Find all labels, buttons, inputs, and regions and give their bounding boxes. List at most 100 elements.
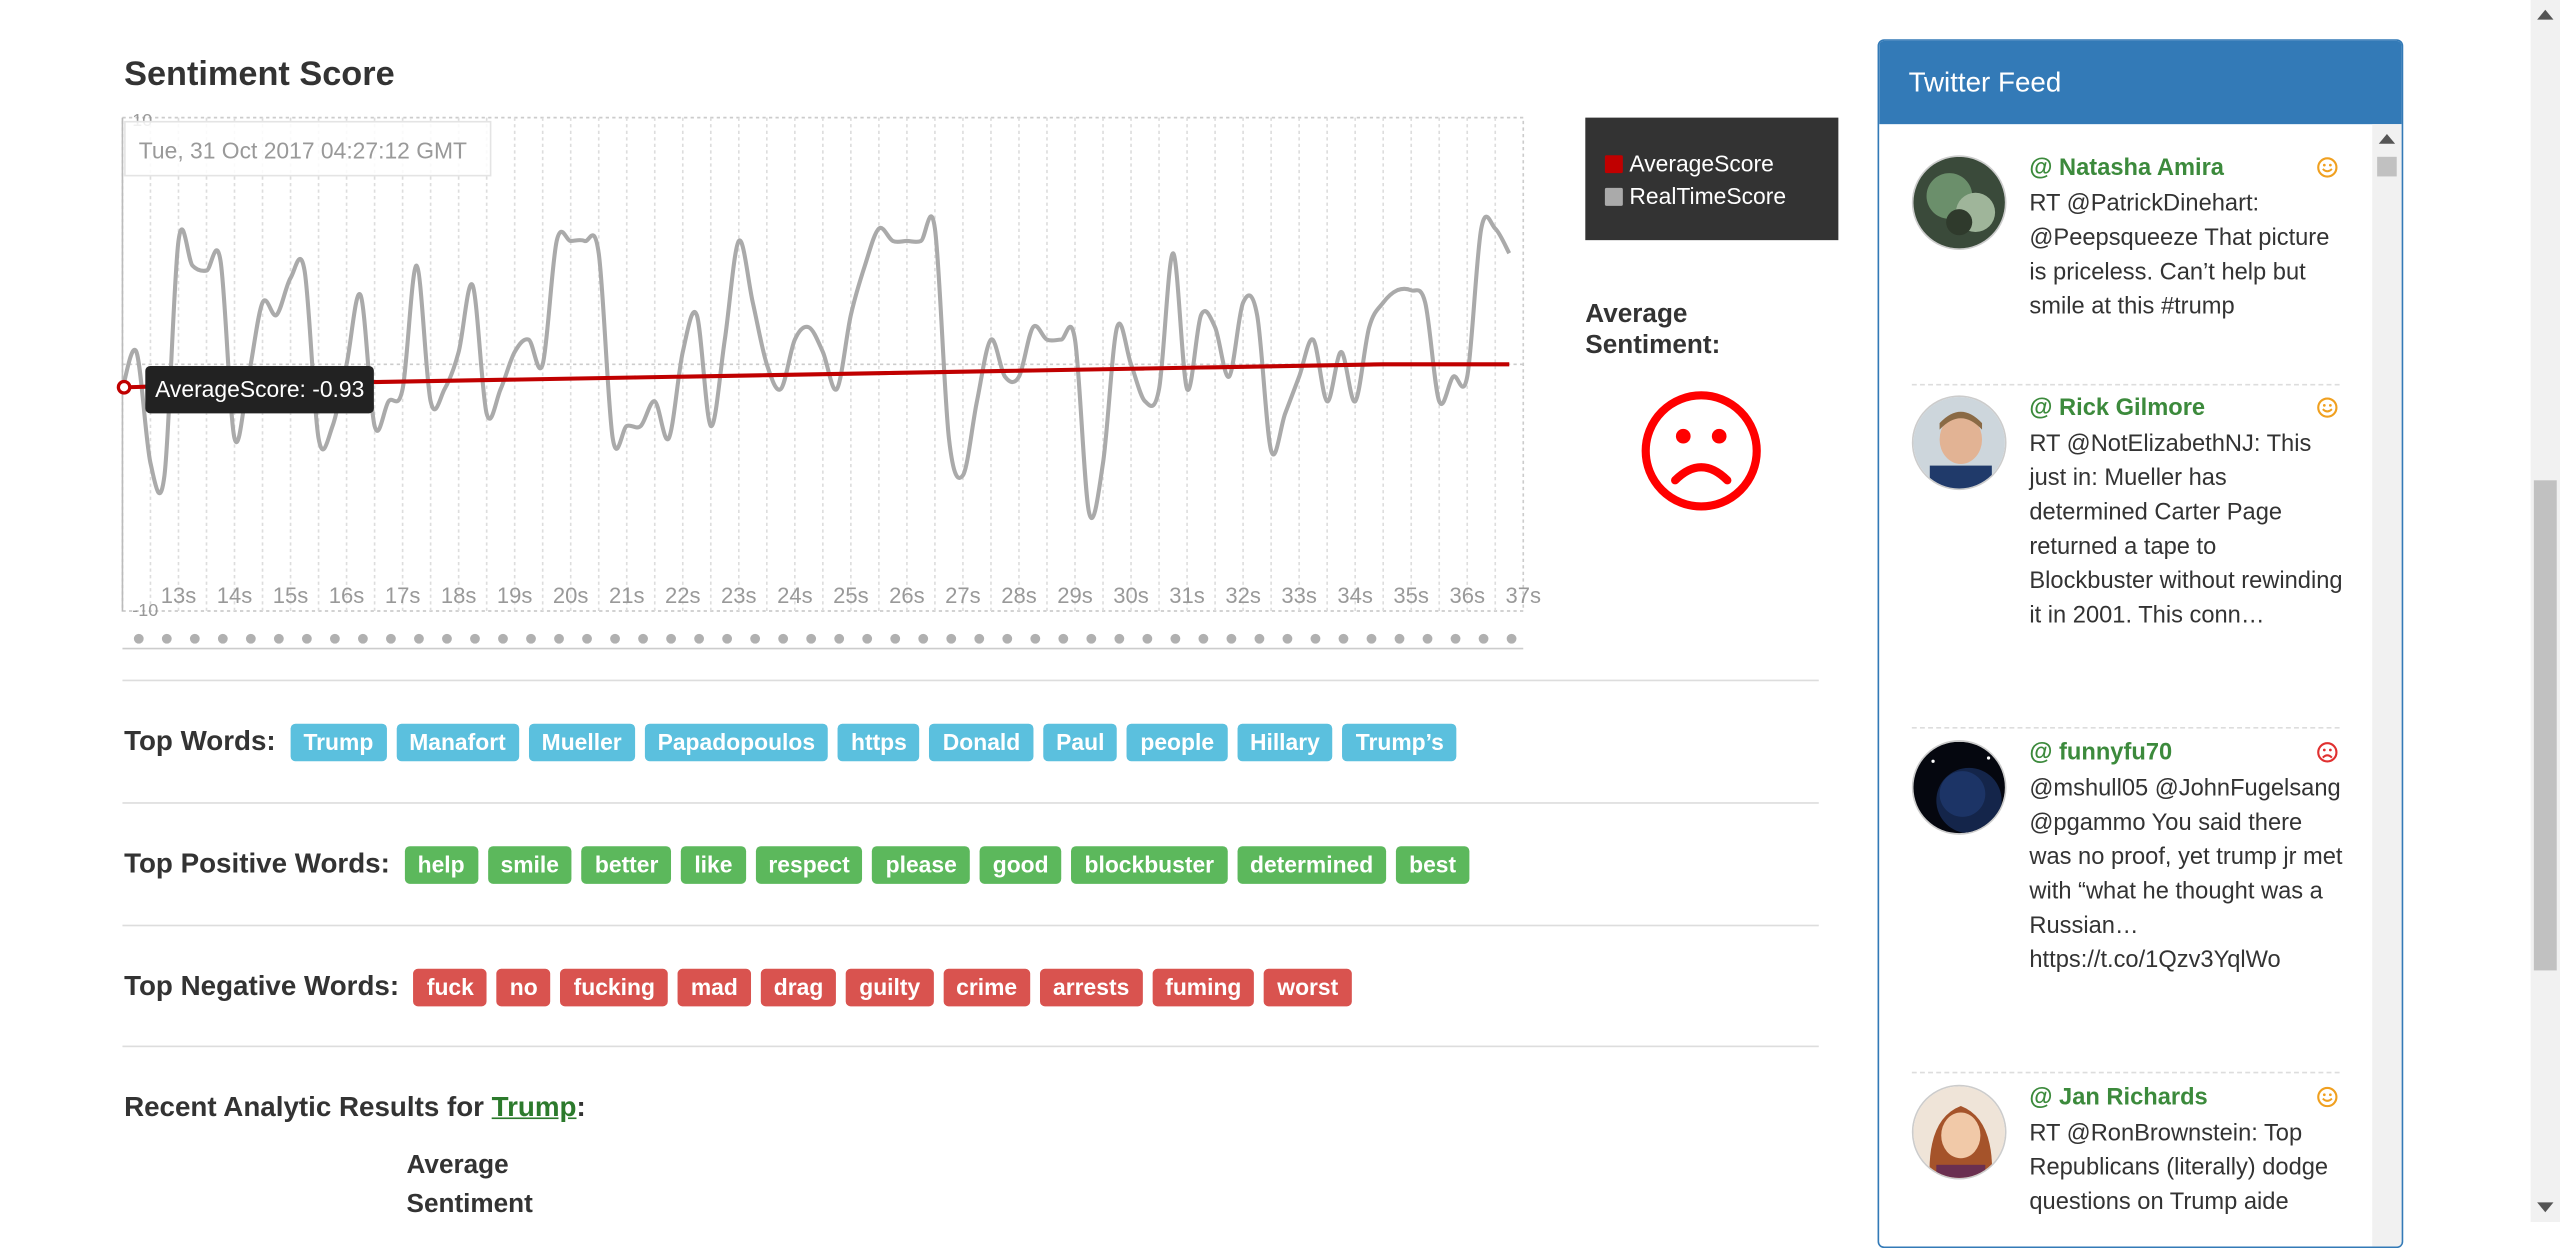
tweet-item[interactable]: @ Rick Gilmore RT @NotElizabethNJ: This …	[1911, 395, 2343, 722]
average-sentiment-line2: Sentiment	[406, 1190, 533, 1219]
top-word-tag[interactable]: people	[1127, 722, 1228, 761]
positive-word-tag[interactable]: like	[681, 845, 746, 884]
avatar[interactable]	[1911, 155, 2007, 250]
navigator-dot	[1478, 633, 1489, 644]
top-word-tag[interactable]: https	[837, 722, 920, 761]
navigator-dot	[301, 633, 312, 644]
tweet-user[interactable]: @ Jan Richards	[2029, 1085, 2207, 1111]
top-word-tag[interactable]: Manafort	[396, 722, 519, 761]
navigator-dot	[1366, 633, 1377, 644]
negative-word-tag[interactable]: fuming	[1152, 967, 1255, 1006]
positive-word-tag[interactable]: determined	[1236, 845, 1387, 884]
top-word-tag[interactable]: Donald	[929, 722, 1034, 761]
positive-word-tag[interactable]: better	[581, 845, 672, 884]
scroll-up-arrow-icon[interactable]	[2378, 133, 2396, 144]
average-sentiment-label: Average Sentiment:	[1585, 300, 1721, 360]
avatar[interactable]	[1911, 395, 2007, 491]
navigator-dot	[358, 633, 368, 644]
legend-swatch-realtime	[1604, 187, 1623, 206]
navigator-dot	[1450, 633, 1461, 644]
x-tick-label: 18s	[441, 583, 477, 608]
scroll-down-arrow-icon[interactable]	[2537, 1202, 2554, 1213]
negative-word-tag[interactable]: fucking	[560, 967, 668, 1006]
x-tick-label: 30s	[1113, 583, 1149, 608]
avatar[interactable]	[1911, 1084, 2007, 1180]
negative-word-tag[interactable]: no	[496, 967, 551, 1006]
positive-word-tag[interactable]: respect	[755, 845, 863, 884]
x-tick-label: 31s	[1169, 583, 1205, 608]
scroll-up-arrow-icon[interactable]	[2537, 9, 2554, 20]
navigator-dot	[1198, 633, 1209, 644]
legend-item-average[interactable]: AverageScore	[1604, 147, 1838, 180]
x-tick-label: 24s	[777, 583, 813, 608]
twitter-feed-list[interactable]: @ Natasha Amira RT @PatrickDinehart: @Pe…	[1879, 124, 2374, 1246]
chart-legend[interactable]: AverageScore RealTimeScore	[1585, 117, 1839, 241]
average-sentiment-line1: Average	[406, 1151, 509, 1180]
navigator-dot	[1338, 633, 1349, 644]
x-tick-label: 17s	[385, 583, 421, 608]
feed-scrollbar[interactable]	[2372, 124, 2402, 1247]
x-tick-label: 13s	[161, 583, 197, 608]
smile-icon	[2317, 1086, 2338, 1108]
recent-term-link[interactable]: Trump	[492, 1091, 577, 1122]
x-tick-label: 14s	[217, 583, 253, 608]
negative-word-tag[interactable]: mad	[677, 967, 751, 1006]
page-scroll-thumb[interactable]	[2533, 480, 2557, 971]
x-tick-label: 26s	[889, 583, 925, 608]
positive-word-tag[interactable]: please	[872, 845, 970, 884]
top-word-tag[interactable]: Trump’s	[1342, 722, 1457, 761]
navigator-dot	[750, 633, 761, 644]
navigator-dot	[1422, 633, 1433, 644]
page-scrollbar[interactable]	[2530, 0, 2560, 1223]
legend-label-average: AverageScore	[1629, 150, 1774, 177]
navigator-dot	[1058, 633, 1069, 644]
top-word-tag[interactable]: Trump	[290, 722, 387, 761]
feed-scroll-thumb[interactable]	[2377, 156, 2397, 177]
divider	[122, 924, 1819, 927]
negative-word-tag[interactable]: worst	[1264, 967, 1352, 1006]
navigator-dot	[245, 633, 256, 644]
negative-word-tag[interactable]: crime	[943, 967, 1031, 1006]
divider	[122, 802, 1819, 804]
top-word-tag[interactable]: Hillary	[1236, 722, 1333, 761]
legend-item-realtime[interactable]: RealTimeScore	[1604, 180, 1838, 213]
tweet-user[interactable]: @ Rick Gilmore	[2029, 395, 2205, 421]
navigator-dot	[974, 633, 985, 644]
top-positive-row: Top Positive Words: help smile better like r…	[124, 845, 1479, 884]
x-tick-label: 27s	[945, 583, 981, 608]
navigator-dot	[1506, 633, 1517, 644]
tweet-user[interactable]: @ Natasha Amira	[2029, 155, 2224, 181]
navigator-dot	[722, 633, 733, 644]
top-negative-list: fuck no fucking mad drag guilty crime arrests fu…	[413, 967, 1361, 1006]
negative-word-tag[interactable]: drag	[760, 967, 837, 1006]
positive-word-tag[interactable]: help	[404, 845, 478, 884]
twitter-feed-title: Twitter Feed	[1879, 40, 2402, 125]
top-word-tag[interactable]: Papadopoulos	[644, 722, 829, 761]
tweet-item[interactable]: @ Natasha Amira RT @PatrickDinehart: @Pe…	[1911, 155, 2340, 384]
navigator-dot	[1142, 633, 1153, 644]
smile-icon	[2317, 397, 2338, 418]
page-title: Sentiment Score	[124, 55, 395, 94]
x-tick-label: 15s	[273, 583, 309, 608]
navigator-dot	[526, 633, 536, 644]
negative-word-tag[interactable]: arrests	[1039, 967, 1143, 1006]
tweet-item[interactable]: @ funnyfu70 @mshull05 @JohnFugelsang @pg…	[1911, 740, 2343, 1067]
navigator-dot	[862, 633, 873, 644]
positive-word-tag[interactable]: blockbuster	[1071, 845, 1228, 884]
positive-word-tag[interactable]: smile	[487, 845, 573, 884]
positive-word-tag[interactable]: good	[979, 845, 1062, 884]
tweet-user[interactable]: @ funnyfu70	[2029, 740, 2172, 766]
avatar[interactable]	[1911, 740, 2007, 835]
navigator-dot	[189, 633, 200, 644]
divider	[122, 679, 1819, 682]
x-tick-label: 37s	[1506, 583, 1542, 608]
negative-word-tag[interactable]: fuck	[413, 967, 487, 1006]
chart-hover-tooltip: AverageScore: -0.93	[145, 365, 375, 414]
navigator-dot	[610, 633, 620, 644]
x-tick-label: 20s	[553, 583, 589, 608]
top-word-tag[interactable]: Paul	[1043, 722, 1118, 761]
negative-word-tag[interactable]: guilty	[846, 967, 934, 1006]
positive-word-tag[interactable]: best	[1396, 845, 1470, 884]
tweet-item[interactable]: @ Jan Richards RT @RonBrownstein: Top Re…	[1911, 1084, 2340, 1247]
top-word-tag[interactable]: Mueller	[528, 722, 635, 761]
